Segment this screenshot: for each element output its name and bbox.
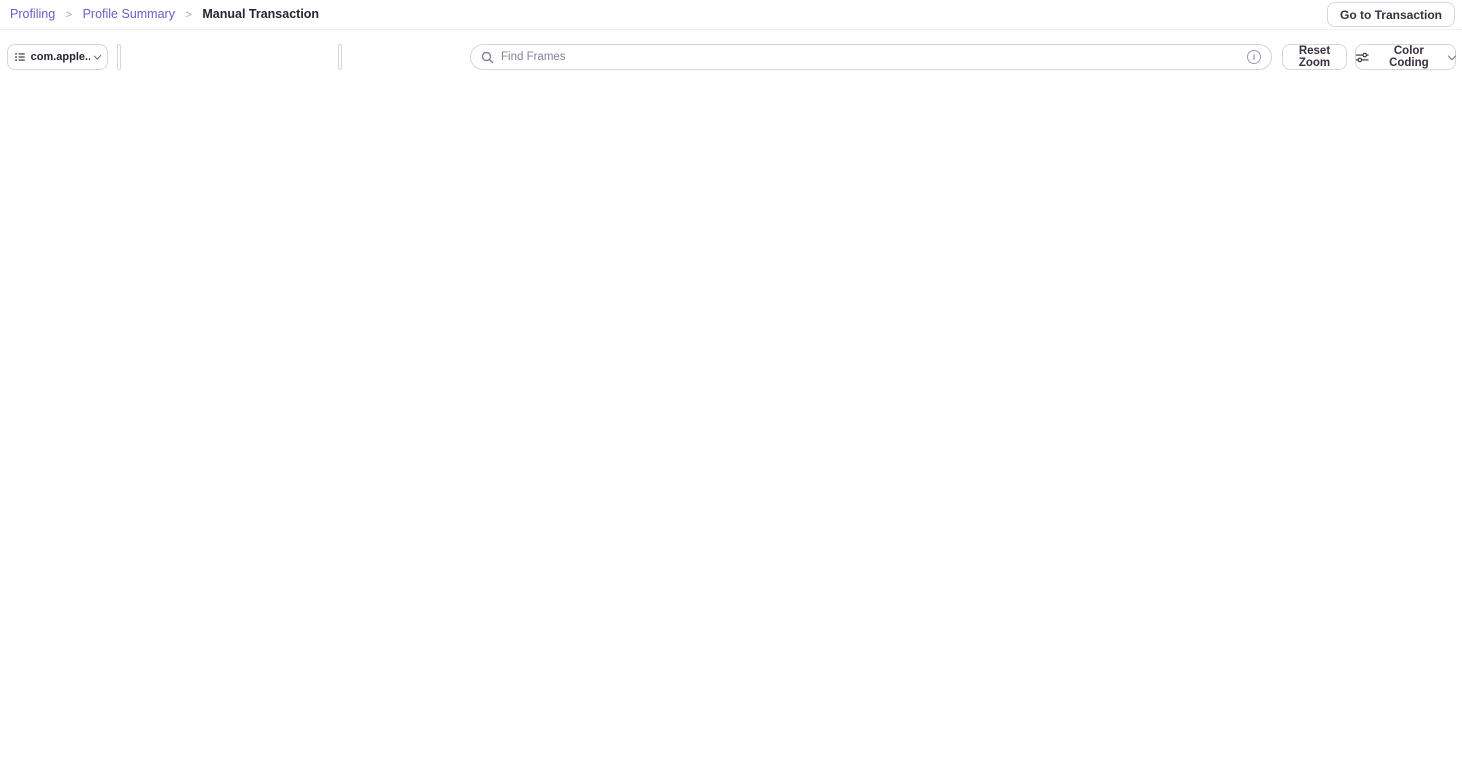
breadcrumb-separator: >	[66, 9, 72, 21]
flamegraph[interactable]	[0, 228, 1462, 766]
toolbar: com.apple.... i Reset Zoom Color Coding	[0, 44, 1462, 70]
search-input[interactable]	[501, 51, 1240, 63]
direction-segmented-control	[338, 44, 342, 70]
color-coding-dropdown[interactable]: Color Coding	[1355, 44, 1456, 70]
search-icon	[481, 51, 494, 64]
chevron-down-icon	[93, 51, 101, 59]
list-icon	[15, 51, 26, 63]
info-icon[interactable]: i	[1247, 50, 1261, 64]
breadcrumb-current: Manual Transaction	[202, 7, 319, 21]
thread-selector-dropdown[interactable]: com.apple....	[7, 44, 108, 70]
color-coding-label: Color Coding	[1374, 45, 1445, 69]
thread-selector-value: com.apple....	[31, 51, 90, 63]
search-frames-field[interactable]: i	[470, 44, 1272, 70]
header: Profiling > Profile Summary > Manual Tra…	[0, 0, 1462, 30]
sorting-segmented-control	[117, 44, 121, 70]
breadcrumb-profiling[interactable]: Profiling	[10, 7, 55, 21]
sliders-icon	[1356, 52, 1369, 63]
reset-zoom-button[interactable]: Reset Zoom	[1282, 44, 1347, 70]
chevron-down-icon	[1448, 51, 1456, 59]
profiling-flamegraph-page: Profiling > Profile Summary > Manual Tra…	[0, 0, 1462, 766]
breadcrumb: Profiling > Profile Summary > Manual Tra…	[10, 7, 319, 21]
go-to-transaction-button[interactable]: Go to Transaction	[1327, 2, 1455, 27]
breadcrumb-separator: >	[185, 9, 191, 21]
breadcrumb-profile-summary[interactable]: Profile Summary	[83, 7, 175, 21]
